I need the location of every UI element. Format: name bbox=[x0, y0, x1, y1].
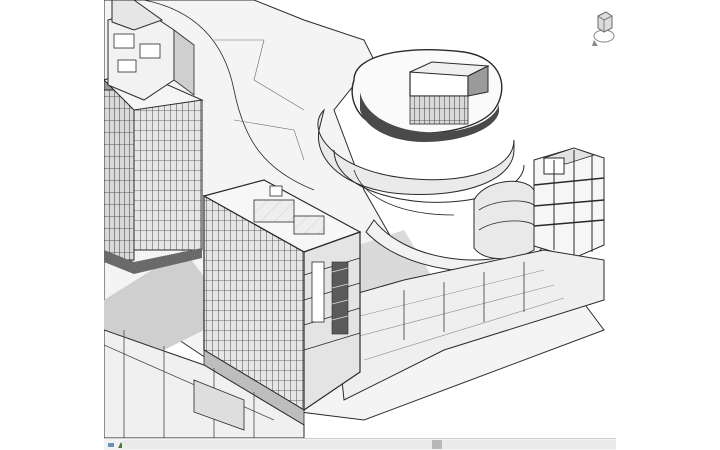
building-model bbox=[104, 0, 605, 438]
right-wing-building bbox=[473, 147, 605, 260]
view-cube[interactable] bbox=[588, 6, 616, 52]
3d-view-viewport[interactable] bbox=[104, 0, 616, 438]
horizontal-scrollbar[interactable] bbox=[122, 440, 616, 449]
scrollbar-thumb[interactable] bbox=[431, 440, 442, 449]
scale-icon[interactable] bbox=[106, 440, 115, 449]
left-tower bbox=[104, 0, 204, 274]
view-cube-icon[interactable] bbox=[588, 6, 616, 52]
